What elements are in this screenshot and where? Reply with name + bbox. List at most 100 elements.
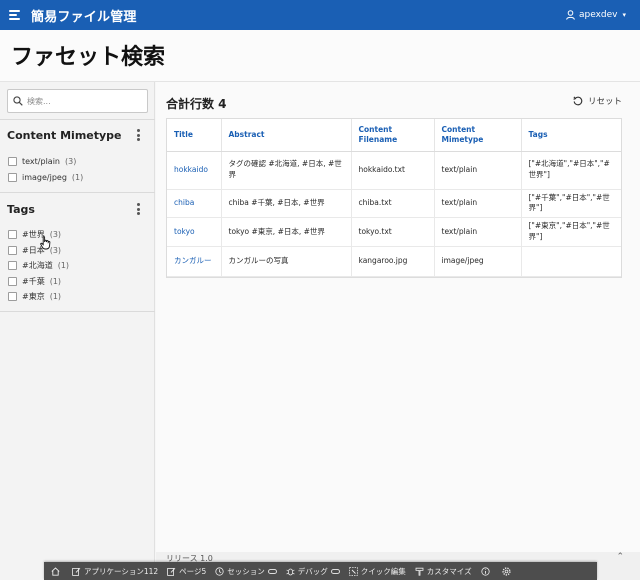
- facet-option-hokkaido[interactable]: #北海道 (1): [0, 258, 155, 274]
- mimetype-cell: text/plain: [434, 217, 522, 247]
- bug-icon: [286, 568, 295, 575]
- toggle-icon: [330, 568, 340, 574]
- facet-option-count: (1): [49, 276, 62, 286]
- table-row: tokyo tokyo #東京, #日本, #世界 tokyo.txt text…: [167, 217, 621, 247]
- tags-cell: ["#千葉","#日本","#世界"]: [521, 189, 621, 219]
- title-link[interactable]: カンガルー: [174, 256, 212, 265]
- tags-cell: [521, 246, 621, 277]
- quick-edit-icon: [348, 566, 358, 576]
- info-icon: [480, 566, 490, 576]
- column-header-title[interactable]: Title: [167, 119, 222, 152]
- facet-option-label: #東京: [22, 292, 45, 302]
- hand-cursor-icon: [40, 236, 51, 250]
- column-header-tags[interactable]: Tags: [521, 119, 621, 152]
- facet-title: Content Mimetype: [7, 129, 122, 142]
- results-region: 合計行数 4 リセット Title Abstract Content Filen…: [156, 82, 640, 552]
- reset-icon: [573, 96, 583, 106]
- facet-tags: Tags #世界 (3) #日本 (3) #北海道 (1) #千葉 (1) #東…: [0, 200, 155, 305]
- user-icon: [566, 10, 575, 20]
- mimetype-cell: text/plain: [434, 151, 522, 190]
- devbar-settings[interactable]: [501, 566, 514, 576]
- gear-icon: [501, 566, 511, 576]
- facet-option-text-plain[interactable]: text/plain (3): [0, 154, 155, 170]
- edit-icon: [167, 567, 176, 576]
- title-link[interactable]: tokyo: [174, 227, 195, 236]
- devbar-label: セッション: [227, 566, 265, 576]
- reset-button[interactable]: リセット: [573, 95, 622, 107]
- abstract-cell: chiba #千葉, #日本, #世界: [221, 189, 352, 219]
- title-link[interactable]: hokkaido: [174, 165, 208, 174]
- chevron-down-icon: ▾: [622, 11, 626, 19]
- mimetype-cell: text/plain: [434, 189, 522, 219]
- devbar-label: デバッグ: [297, 566, 328, 576]
- table-header-row: Title Abstract Content Filename Content …: [167, 119, 621, 152]
- facet-option-tokyo[interactable]: #東京 (1): [0, 289, 155, 305]
- column-header-abstract[interactable]: Abstract: [221, 119, 352, 152]
- devbar-label: クイック編集: [360, 566, 406, 576]
- results-table: Title Abstract Content Filename Content …: [167, 119, 621, 277]
- tags-cell: ["#北海道","#日本","#世界"]: [521, 151, 621, 190]
- table-row: chiba chiba #千葉, #日本, #世界 chiba.txt text…: [167, 189, 621, 219]
- facets-panel: Content Mimetype text/plain (3) image/jp…: [0, 82, 155, 580]
- scroll-top-icon[interactable]: ⌃: [616, 552, 624, 562]
- abstract-cell: tokyo #東京, #日本, #世界: [221, 217, 352, 247]
- facet-search-input[interactable]: [27, 96, 137, 106]
- reset-label: リセット: [587, 97, 622, 107]
- devbar-page[interactable]: ページ5: [167, 566, 206, 577]
- edit-icon: [72, 567, 81, 576]
- devbar-label: アプリケーション112: [84, 566, 159, 576]
- checkbox[interactable]: [8, 261, 17, 271]
- filename-cell: chiba.txt: [351, 189, 435, 219]
- search-icon: [13, 96, 23, 106]
- tags-cell: ["#東京","#日本","#世界"]: [521, 217, 621, 247]
- title-link[interactable]: chiba: [174, 198, 194, 207]
- checkbox[interactable]: [8, 276, 17, 286]
- total-row-count: 合計行数 4: [166, 97, 227, 111]
- checkbox[interactable]: [8, 157, 17, 167]
- checkbox[interactable]: [8, 230, 17, 240]
- clock-icon: [215, 566, 224, 576]
- abstract-cell: タグの確認 #北海道, #日本, #世界: [221, 151, 352, 190]
- title-cell: カンガルー: [167, 246, 222, 277]
- app-title[interactable]: 簡易ファイル管理: [31, 6, 137, 25]
- devbar-session[interactable]: セッション: [215, 566, 277, 577]
- brush-icon: [415, 567, 424, 576]
- title-cell: chiba: [167, 189, 222, 219]
- facet-title: Tags: [7, 203, 35, 216]
- checkbox[interactable]: [8, 245, 17, 255]
- table-row: カンガルー カンガルーの写真 kangaroo.jpg image/jpeg: [167, 246, 621, 277]
- facet-option-count: (1): [71, 172, 84, 182]
- title-cell: hokkaido: [167, 151, 222, 190]
- divider: [0, 192, 155, 193]
- devbar-info[interactable]: [480, 566, 493, 576]
- facet-option-label: #千葉: [22, 276, 45, 286]
- app-header: 簡易ファイル管理 apexdev ▾: [0, 0, 640, 30]
- user-menu[interactable]: apexdev ▾: [566, 0, 626, 30]
- title-cell: tokyo: [167, 217, 222, 247]
- facet-option-world[interactable]: #世界 (3): [0, 227, 155, 243]
- facet-option-label: #北海道: [22, 261, 53, 271]
- checkbox[interactable]: [8, 172, 17, 182]
- devbar-label: カスタマイズ: [426, 566, 472, 576]
- page-title: ファセット検索: [11, 45, 166, 70]
- menu-icon[interactable]: [9, 10, 23, 20]
- facet-search[interactable]: [7, 89, 148, 113]
- devbar-debug[interactable]: デバッグ: [286, 566, 340, 577]
- devbar-quick-edit[interactable]: クイック編集: [348, 566, 406, 577]
- facet-option-japan[interactable]: #日本 (3): [0, 243, 155, 259]
- column-header-content-mimetype[interactable]: Content Mimetype: [434, 119, 522, 152]
- facet-option-image-jpeg[interactable]: image/jpeg (1): [0, 170, 155, 186]
- facet-option-chiba[interactable]: #千葉 (1): [0, 274, 155, 290]
- facet-option-count: (1): [49, 292, 62, 302]
- devbar-customize[interactable]: カスタマイズ: [415, 566, 472, 577]
- devbar-application[interactable]: アプリケーション112: [72, 566, 158, 577]
- table-row: hokkaido タグの確認 #北海道, #日本, #世界 hokkaido.t…: [167, 151, 621, 190]
- mimetype-cell: image/jpeg: [434, 246, 522, 277]
- devbar-home[interactable]: [51, 566, 63, 576]
- column-header-content-filename[interactable]: Content Filename: [351, 119, 435, 152]
- checkbox[interactable]: [8, 292, 17, 302]
- devbar-label: ページ5: [179, 566, 207, 576]
- facet-actions-icon[interactable]: [135, 128, 141, 142]
- facet-option-label: image/jpeg: [22, 172, 67, 182]
- facet-actions-icon[interactable]: [135, 202, 141, 216]
